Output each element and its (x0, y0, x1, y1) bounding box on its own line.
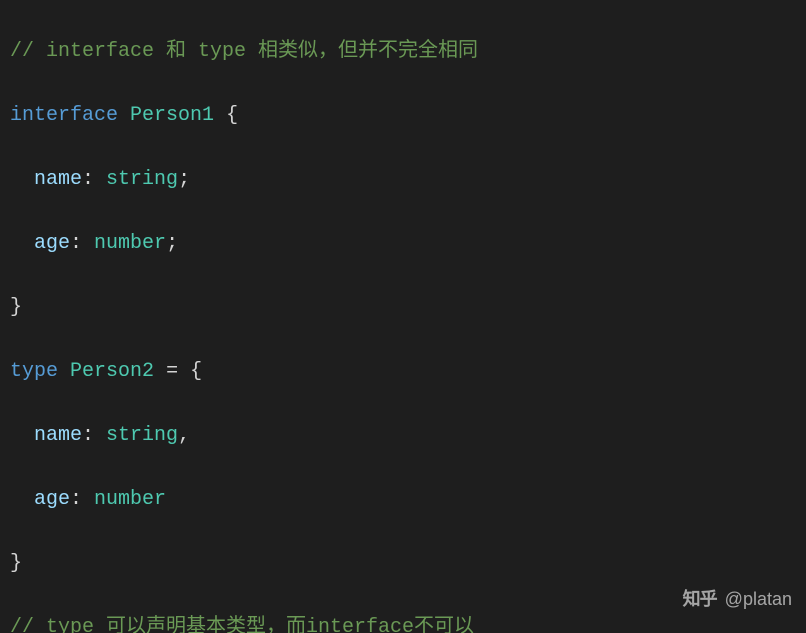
code-line: // interface 和 type 相类似，但并不完全相同 (10, 36, 796, 68)
code-line: age: number; (10, 228, 796, 260)
code-line: name: string, (10, 420, 796, 452)
type-number: number (94, 232, 166, 255)
brace-open: { (190, 360, 202, 383)
code-editor[interactable]: // interface 和 type 相类似，但并不完全相同 interfac… (0, 0, 806, 633)
keyword-type: type (10, 360, 58, 383)
property: age (34, 232, 70, 255)
watermark: 知乎 @platan (683, 583, 792, 615)
code-line: age: number (10, 484, 796, 516)
code-line: } (10, 548, 796, 580)
code-line: type Person2 = { (10, 356, 796, 388)
watermark-handle: @platan (725, 583, 792, 615)
keyword-interface: interface (10, 104, 118, 127)
type-name: Person1 (130, 104, 214, 127)
property: name (34, 168, 82, 191)
type-name: Person2 (70, 360, 154, 383)
code-line: name: string; (10, 164, 796, 196)
code-line: // type 可以声明基本类型，而interface不可以 (10, 612, 796, 633)
zhihu-icon: 知乎 (683, 583, 717, 615)
code-line: } (10, 292, 796, 324)
brace-close: } (10, 552, 22, 575)
property: age (34, 488, 70, 511)
type-string: string (106, 168, 178, 191)
property: name (34, 424, 82, 447)
type-string: string (106, 424, 178, 447)
brace-open: { (226, 104, 238, 127)
type-number: number (94, 488, 166, 511)
comment: // type 可以声明基本类型，而interface不可以 (10, 616, 474, 633)
brace-close: } (10, 296, 22, 319)
comment: // interface 和 type 相类似，但并不完全相同 (10, 40, 478, 63)
code-line: interface Person1 { (10, 100, 796, 132)
